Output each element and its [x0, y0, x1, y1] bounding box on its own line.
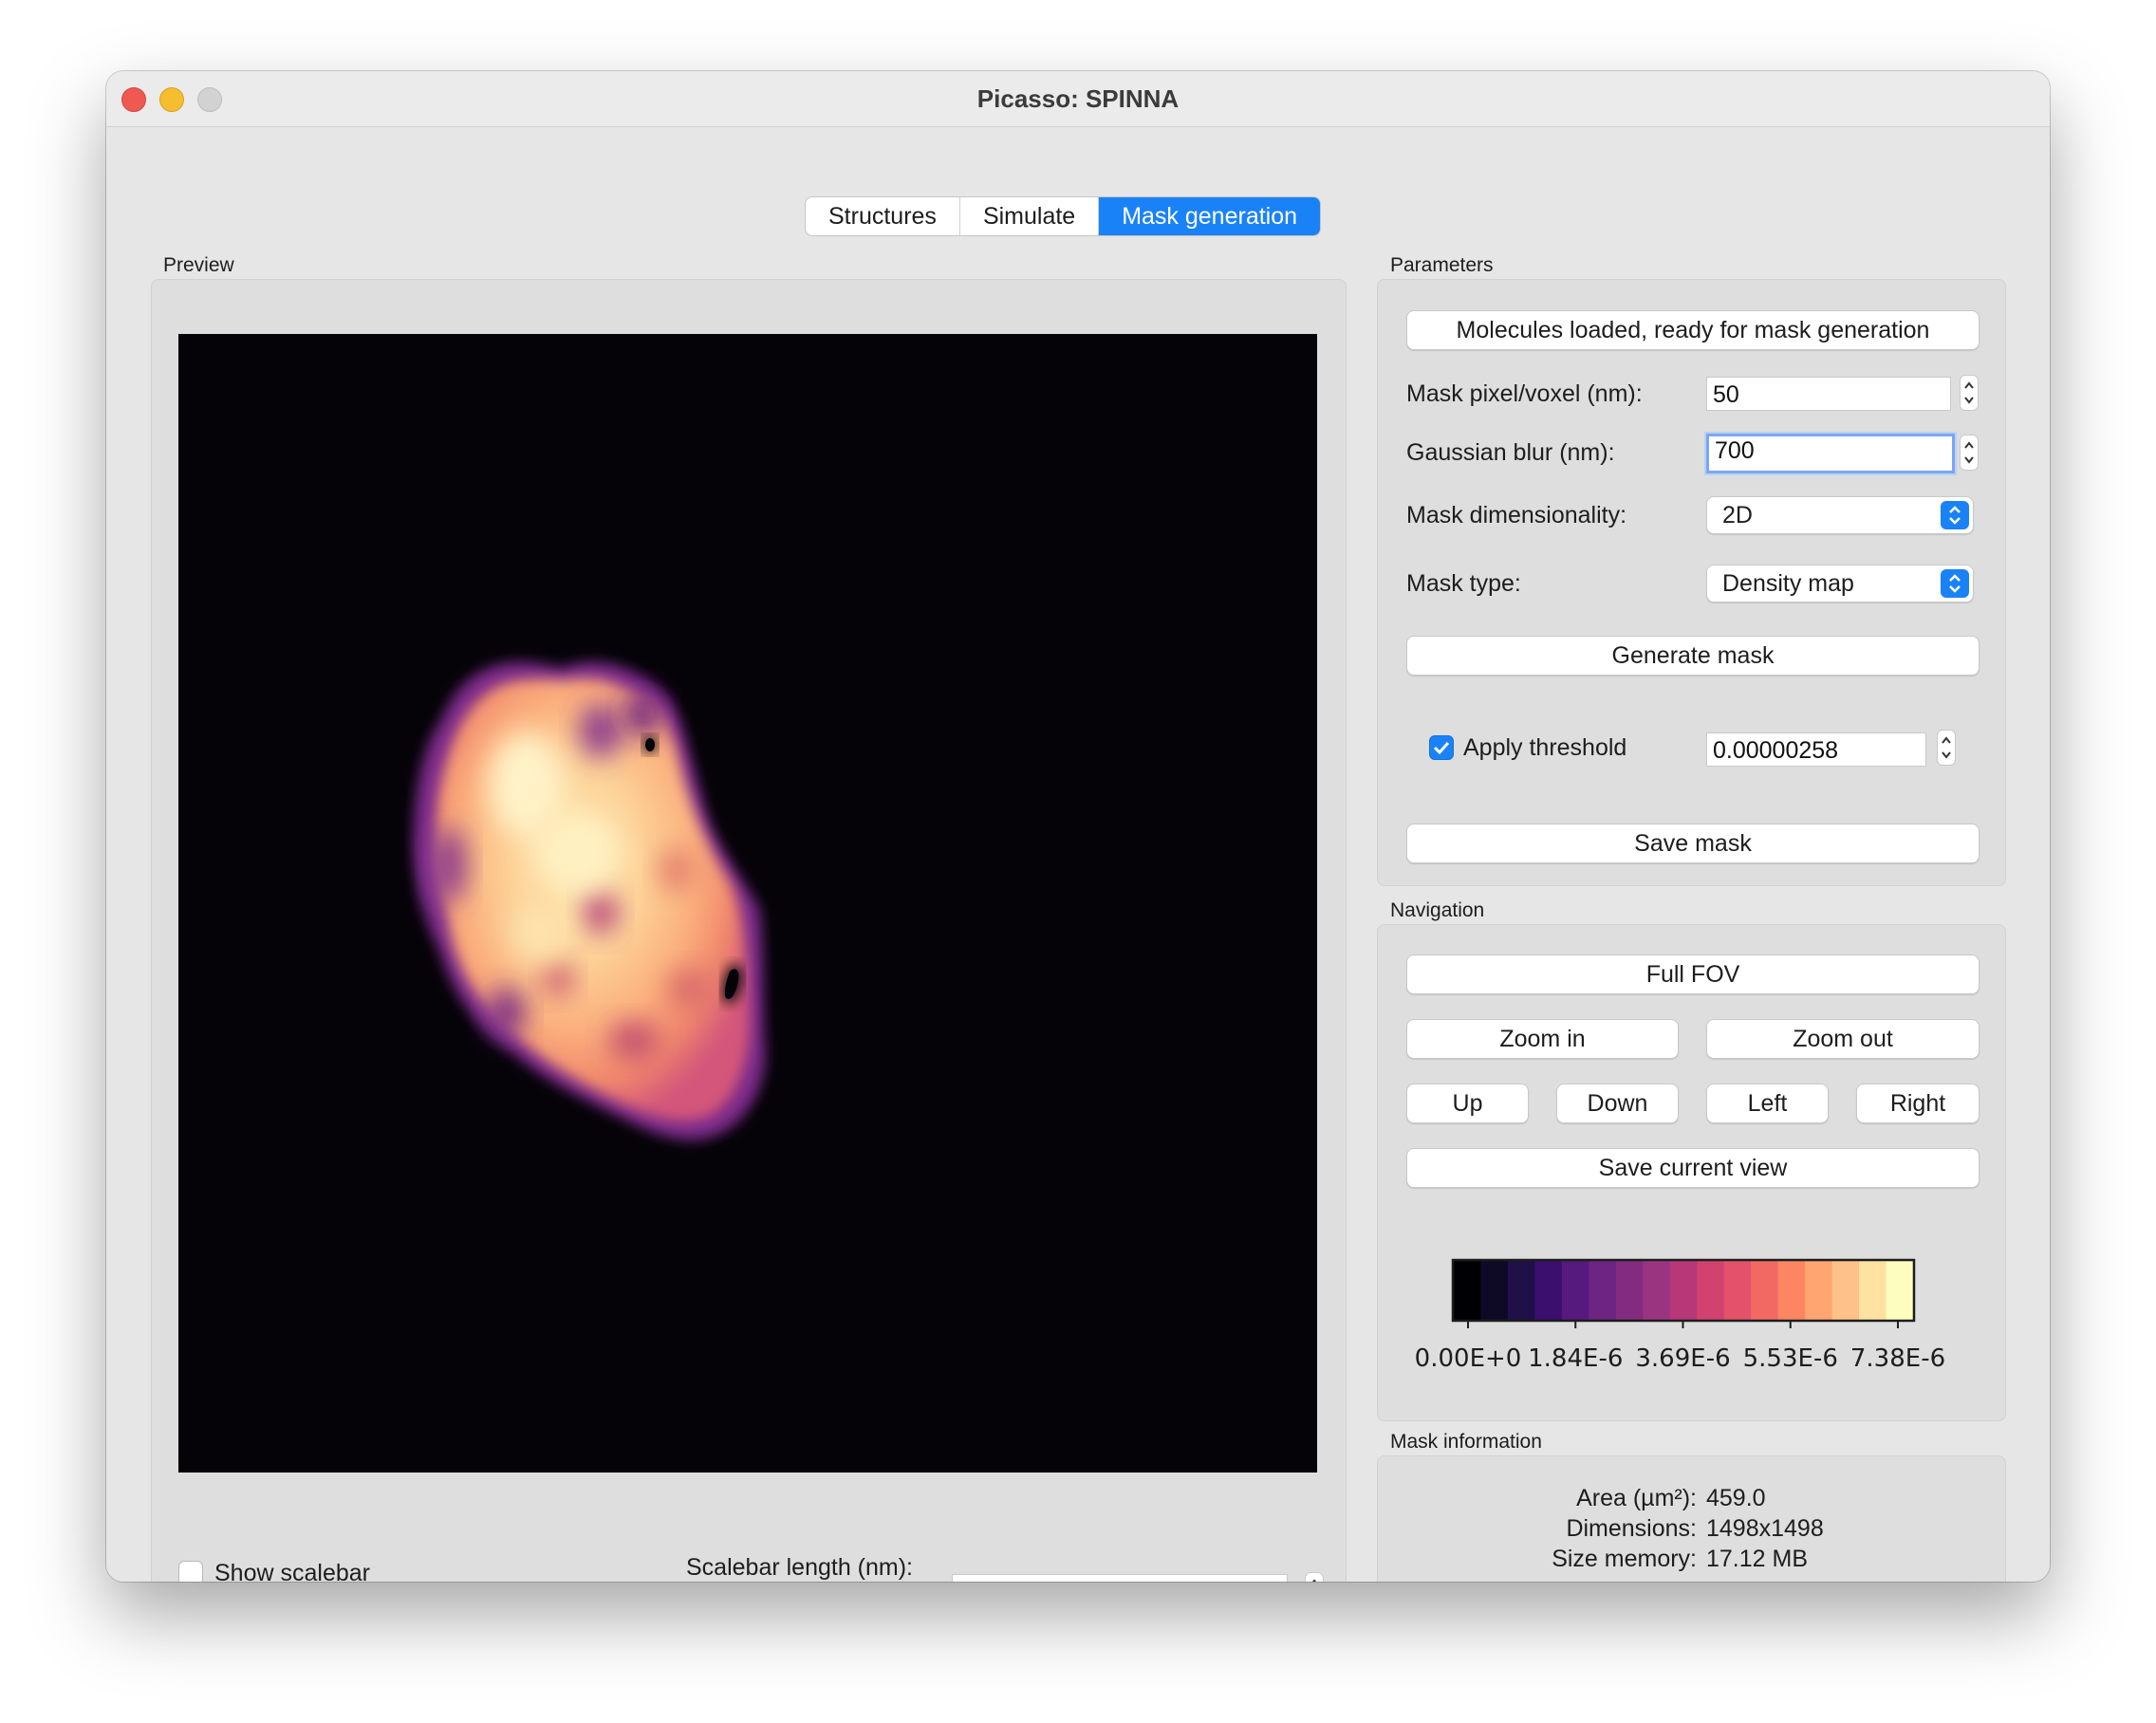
scalebar-length-input[interactable]: 1000 [952, 1574, 1288, 1582]
colorbar-cell [1886, 1261, 1914, 1320]
save-current-view-button[interactable]: Save current view [1406, 1148, 1979, 1188]
dimensions-label: Dimensions: [1566, 1515, 1697, 1542]
colorbar-cell [1589, 1261, 1617, 1320]
save-mask-button[interactable]: Save mask [1406, 824, 1979, 863]
parameters-label: Parameters [1390, 254, 1494, 276]
gaussian-blur-label: Gaussian blur (nm): [1406, 439, 1615, 466]
app-window: Picasso: SPINNA Structures Simulate Mask… [106, 71, 2050, 1582]
dimensions-value: 1498x1498 [1706, 1515, 1824, 1542]
gaussian-blur-stepper[interactable] [1960, 435, 1979, 471]
chevron-up-down-icon [1941, 569, 1969, 598]
mask-type-label: Mask type: [1406, 570, 1521, 597]
navigation-label: Navigation [1390, 899, 1485, 921]
threshold-input[interactable]: 0.00000258 [1706, 732, 1926, 767]
size-memory-label: Size memory: [1552, 1546, 1697, 1572]
colorbar-cell [1859, 1261, 1887, 1320]
mask-preview-image [178, 334, 1317, 1473]
mask-dimensionality-select[interactable]: 2D [1706, 496, 1974, 534]
mask-dimensionality-value: 2D [1722, 502, 1753, 528]
zoom-in-button[interactable]: Zoom in [1406, 1019, 1679, 1059]
preview-group: Show scalebar Scalebar length (nm): 1000 [151, 279, 1347, 1582]
colorbar [1451, 1258, 1916, 1328]
right-button[interactable]: Right [1856, 1084, 1979, 1123]
status-button[interactable]: Molecules loaded, ready for mask generat… [1406, 310, 1979, 350]
colorbar-cell [1723, 1261, 1752, 1320]
up-button[interactable]: Up [1406, 1084, 1529, 1123]
colorbar-tick-label: 5.53E-6 [1742, 1344, 1838, 1373]
colorbar-cell [1777, 1261, 1806, 1320]
pixel-size-stepper[interactable] [1960, 375, 1979, 411]
colorbar-cell [1643, 1261, 1671, 1320]
gaussian-blur-input[interactable]: 700 [1706, 434, 1955, 473]
area-label: Area (µm²): [1576, 1485, 1697, 1511]
show-scalebar-checkbox[interactable] [178, 1561, 203, 1582]
colorbar-cell [1751, 1261, 1779, 1320]
title-bar: Picasso: SPINNA [106, 71, 2050, 127]
tab-simulate[interactable]: Simulate [960, 197, 1100, 235]
apply-threshold-label: Apply threshold [1463, 734, 1627, 761]
pixel-size-label: Mask pixel/voxel (nm): [1406, 380, 1643, 407]
checkmark-icon [1433, 741, 1450, 755]
mask-type-value: Density map [1722, 570, 1854, 597]
mask-information-label: Mask information [1390, 1431, 1542, 1453]
colorbar-tick-label: 1.84E-6 [1528, 1344, 1624, 1373]
pixel-size-input[interactable]: 50 [1706, 377, 1951, 411]
mask-information-group: Area (µm²): 459.0 Dimensions: 1498x1498 … [1377, 1455, 2006, 1582]
parameters-group: Molecules loaded, ready for mask generat… [1377, 279, 2006, 886]
main-content: Structures Simulate Mask generation Prev… [106, 127, 2050, 1582]
tab-structures[interactable]: Structures [806, 197, 960, 235]
navigation-group: Full FOV Zoom in Zoom out Up Down Left R… [1377, 924, 2006, 1421]
down-button[interactable]: Down [1556, 1084, 1679, 1123]
preview-label: Preview [163, 254, 234, 276]
colorbar-cell [1480, 1261, 1509, 1320]
colorbar-cell [1669, 1261, 1698, 1320]
show-scalebar-label: Show scalebar [214, 1560, 370, 1582]
chevron-up-down-icon [1941, 501, 1969, 529]
tab-bar: Structures Simulate Mask generation [805, 196, 1322, 236]
colorbar-tick-label: 7.38E-6 [1849, 1344, 1946, 1373]
mask-dimensionality-label: Mask dimensionality: [1406, 502, 1627, 528]
generate-mask-button[interactable]: Generate mask [1406, 636, 1979, 676]
colorbar-tick-label: 0.00E+0 [1414, 1344, 1522, 1373]
colorbar-cell [1831, 1261, 1860, 1320]
colorbar-cell [1615, 1261, 1644, 1320]
size-memory-value: 17.12 MB [1706, 1546, 1809, 1572]
mask-type-select[interactable]: Density map [1706, 565, 1974, 602]
colorbar-cell [1561, 1261, 1589, 1320]
colorbar-cell [1534, 1261, 1563, 1320]
scalebar-length-label: Scalebar length (nm): [686, 1554, 914, 1581]
colorbar-cell [1454, 1261, 1482, 1320]
area-value: 459.0 [1706, 1485, 1766, 1511]
window-title: Picasso: SPINNA [976, 84, 1180, 113]
threshold-stepper[interactable] [1937, 730, 1956, 766]
full-fov-button[interactable]: Full FOV [1406, 954, 1979, 994]
zoom-out-button[interactable]: Zoom out [1706, 1019, 1979, 1059]
colorbar-cell [1697, 1261, 1725, 1320]
tab-mask-generation[interactable]: Mask generation [1099, 197, 1321, 235]
scalebar-length-stepper[interactable] [1305, 1572, 1324, 1582]
colorbar-cell [1805, 1261, 1833, 1320]
apply-threshold-checkbox[interactable] [1429, 735, 1454, 760]
colorbar-tick-label: 3.69E-6 [1635, 1344, 1731, 1373]
colorbar-cell [1507, 1261, 1536, 1320]
left-button[interactable]: Left [1706, 1084, 1829, 1123]
